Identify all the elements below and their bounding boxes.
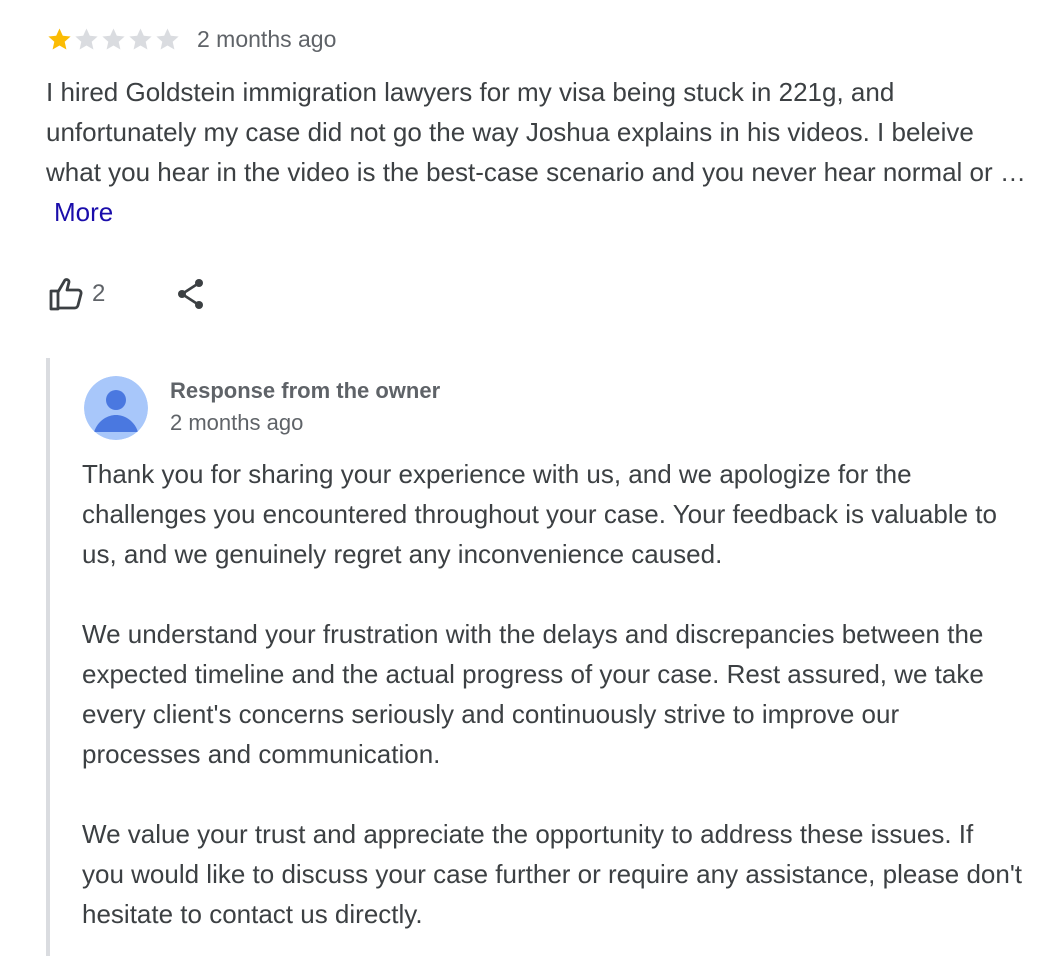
owner-response-paragraph: Thank you for sharing your experience wi… [82,459,997,569]
like-button[interactable]: 2 [46,274,105,314]
person-avatar-icon [84,376,148,440]
star-filled-icon [46,26,73,53]
review-body: I hired Goldstein immigration lawyers fo… [46,77,1026,187]
review-actions: 2 [46,272,211,316]
owner-response-paragraph: We understand your frustration with the … [82,619,984,769]
review-date: 2 months ago [197,26,337,52]
star-empty-icon [100,26,127,53]
owner-response-date: 2 months ago [170,410,304,435]
thumb-up-icon [46,274,86,314]
owner-response-title: Response from the owner [170,378,441,403]
star-empty-icon [154,26,181,53]
share-icon [171,274,211,314]
owner-response: Response from the owner 2 months ago Tha… [46,358,1036,956]
star-empty-icon [127,26,154,53]
star-empty-icon [73,26,100,53]
more-link[interactable]: More [54,197,113,227]
owner-response-text: Thank you for sharing your experience wi… [82,454,1022,974]
like-count: 2 [92,280,106,307]
review-card: 2 months ago I hired Goldstein immigrati… [0,0,1056,956]
rating-row: 2 months ago [46,24,336,54]
review-text: I hired Goldstein immigration lawyers fo… [46,72,1036,232]
owner-response-paragraph: We value your trust and appreciate the o… [82,819,1023,929]
star-rating [46,26,181,53]
share-button[interactable] [171,274,211,314]
